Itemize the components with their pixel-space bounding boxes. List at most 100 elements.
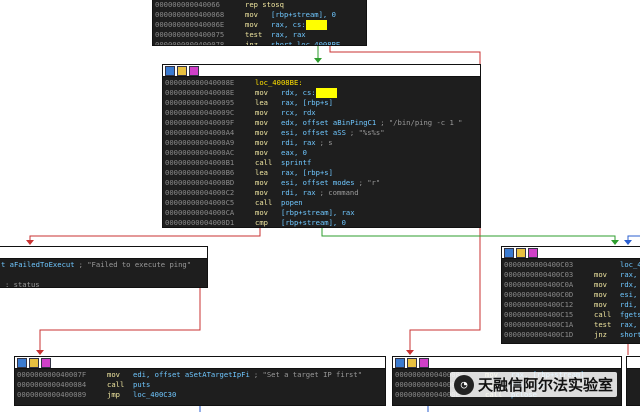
asm-line[interactable]: 0000000000400C0A mov rdx, xyxy=(504,280,640,290)
asm-operand[interactable]: rdi, rax xyxy=(281,138,316,148)
asm-operand[interactable]: rcx, rdx xyxy=(281,108,316,118)
graph-node-loc-400c03[interactable]: 0000000000400C03loc_400C03: 0000000000400… xyxy=(501,246,640,344)
asm-mnemonic: call xyxy=(255,198,273,207)
asm-mnemonic: call xyxy=(255,158,273,167)
asm-line[interactable]: 00000000004000C5 call popen xyxy=(165,198,478,208)
asm-line[interactable]: 000000000040008E mov rdx, cs: xxxxx xyxy=(165,88,478,98)
asm-line[interactable]: 0000000000400C12 mov rdi, xyxy=(504,300,640,310)
asm-mnemonic xyxy=(594,260,620,270)
asm-address: 00000000004000C2 xyxy=(165,188,235,197)
highlight-box: xxxxx xyxy=(315,88,338,98)
asm-line[interactable]: 0000000000400C1D jnz short xyxy=(504,330,640,340)
asm-operand[interactable]: [rbp+stream], 0 xyxy=(271,10,336,20)
asm-line[interactable]: 00000000004000AC mov eax, 0 xyxy=(165,148,478,158)
asm-line[interactable]: 0000000000400084 call puts xyxy=(17,380,383,390)
asm-text: t aFailedToExecut xyxy=(1,260,75,269)
color-icon[interactable] xyxy=(407,357,417,368)
asm-line[interactable]: 0000000000400068 mov [rbp+stream], 0 xyxy=(155,10,364,20)
asm-line[interactable]: 00000000004000B6 lea rax, [rbp+s] xyxy=(165,168,478,178)
graph-icon[interactable] xyxy=(504,247,514,258)
asm-line[interactable]: 0000000000400C03 loc_400C03: xyxy=(504,260,640,270)
asm-operand[interactable]: sprintf xyxy=(281,158,311,168)
asm-operand[interactable]: edi, offset aSetATargetIpFi xyxy=(133,370,250,380)
asm-line[interactable]: 00000000004000CA mov [rbp+stream], rax xyxy=(165,208,478,218)
color-icon[interactable] xyxy=(177,65,187,76)
asm-line[interactable]: ; status xyxy=(1,280,205,287)
asm-operand[interactable]: short loc_4008BE xyxy=(271,40,340,45)
asm-operand[interactable]: [rbp+stream], 0 xyxy=(281,218,346,227)
asm-operand[interactable]: rax, xyxy=(620,320,637,330)
graph-icon[interactable] xyxy=(17,357,27,368)
graph-node-set-target[interactable]: 000000000040007F mov edi, offset aSetATarg… xyxy=(14,356,386,406)
asm-operand[interactable]: loc_400C30 xyxy=(133,390,176,400)
asm-operand[interactable]: short xyxy=(620,330,640,340)
asm-operand[interactable]: puts xyxy=(133,380,150,390)
asm-operand[interactable]: rax, rax xyxy=(271,30,306,40)
asm-line[interactable]: 000000000040007F mov edi, offset aSetATarg… xyxy=(17,370,383,380)
graph-node-loc-4008be[interactable]: 000000000040008E loc_4008BE: 0000000000400… xyxy=(162,64,481,228)
color-icon[interactable] xyxy=(516,247,526,258)
asm-line[interactable]: 00000000004000A9 mov rdi, rax; s xyxy=(165,138,478,148)
asm-line[interactable]: 00000000004000BD mov esi, offset modes; "r… xyxy=(165,178,478,188)
graph-node-top[interactable]: 000000000040066 rep stosq 0000000000400068… xyxy=(152,0,367,46)
asm-address: 0000000000400084 xyxy=(17,380,87,389)
asm-operand[interactable]: rdi, rax xyxy=(281,188,316,198)
asm-operand[interactable]: rax, cs: xyxy=(271,20,306,30)
asm-operand[interactable]: fgets xyxy=(620,310,640,320)
asm-line[interactable]: 0000000000400095 lea rax, [rbp+s] xyxy=(165,98,478,108)
asm-line[interactable]: 0000000000400C15 call fgets xyxy=(504,310,640,320)
asm-operand[interactable]: edx, offset aBinPingC1 xyxy=(281,118,376,128)
asm-operand[interactable]: rax, xyxy=(620,270,637,280)
asm-mnemonic: mov xyxy=(594,270,607,279)
node-header xyxy=(502,247,640,259)
node-icon[interactable] xyxy=(41,357,51,368)
asm-operand[interactable]: popen xyxy=(281,198,303,208)
asm-line[interactable]: 00000000004000B1 call sprintf xyxy=(165,158,478,168)
node-header xyxy=(15,357,385,369)
asm-comment: ; command xyxy=(319,188,359,197)
asm-line[interactable]: 000000000040009F mov edx, offset aBinPingC… xyxy=(165,118,478,128)
asm-mnemonic: mov xyxy=(594,300,607,309)
graph-icon[interactable] xyxy=(165,65,175,76)
asm-line[interactable]: 0000000000400078 jnz short loc_4008BE xyxy=(155,40,364,45)
graph-node-partial-right[interactable] xyxy=(626,356,640,406)
asm-operand[interactable]: rdi, xyxy=(620,300,637,310)
asm-address: 0000000000400C0A xyxy=(504,280,574,289)
asm-line[interactable]: 0000000000400075 test rax, rax xyxy=(155,30,364,40)
node-header xyxy=(393,357,621,369)
asm-line[interactable] xyxy=(1,270,205,280)
asm-operand[interactable]: rdx, xyxy=(620,280,637,290)
graph-node-failed-to-execute[interactable]: t aFailedToExecut; "Failed to execute pi… xyxy=(0,246,208,288)
asm-line[interactable]: 0000000000400C0D mov esi, xyxy=(504,290,640,300)
node-icon[interactable] xyxy=(528,247,538,258)
asm-operand[interactable]: rdx, cs: xyxy=(281,88,316,98)
asm-operand[interactable]: loc_400C03: xyxy=(620,260,640,270)
asm-operand[interactable]: rax, [rbp+s] xyxy=(281,168,333,178)
asm-line[interactable]: 000000000040006E mov rax, cs: xxxxx xyxy=(155,20,364,30)
asm-line[interactable]: 00000000004000A4 mov esi, offset aSS; "%s%… xyxy=(165,128,478,138)
asm-operand[interactable]: rax, [rbp+s] xyxy=(281,98,333,108)
asm-line[interactable]: 00000000004000D1 cmp [rbp+stream], 0 xyxy=(165,218,478,227)
asm-mnemonic: jmp xyxy=(107,390,120,399)
asm-line[interactable]: 0000000000400C1A test rax, xyxy=(504,320,640,330)
asm-address: 000000000040008E xyxy=(165,88,235,97)
asm-line[interactable]: 0000000000400089 jmp loc_400C30 xyxy=(17,390,383,400)
asm-label[interactable]: loc_4008BE: xyxy=(255,78,303,88)
asm-operand[interactable]: esi, xyxy=(620,290,637,300)
asm-line[interactable]: t aFailedToExecut; "Failed to execute pi… xyxy=(1,260,205,270)
graph-icon[interactable] xyxy=(395,357,405,368)
asm-mnemonic: mov xyxy=(255,118,268,127)
asm-operand[interactable]: eax, 0 xyxy=(281,148,307,158)
asm-operand[interactable]: esi, offset modes xyxy=(281,178,355,188)
asm-operand[interactable]: [rbp+stream], rax xyxy=(281,208,355,218)
asm-line[interactable]: 0000000000400C03 mov rax, xyxy=(504,270,640,280)
node-icon[interactable] xyxy=(419,357,429,368)
asm-mnemonic: mov xyxy=(255,178,268,187)
asm-address: 0000000000400095 xyxy=(165,98,235,107)
asm-line[interactable]: 00000000004000C2 mov rdi, rax; command xyxy=(165,188,478,198)
node-icon[interactable] xyxy=(189,65,199,76)
asm-line[interactable]: 000000000040009C mov rcx, rdx xyxy=(165,108,478,118)
color-icon[interactable] xyxy=(29,357,39,368)
asm-operand[interactable]: esi, offset aSS xyxy=(281,128,346,138)
asm-line[interactable]: 000000000040066 rep stosq xyxy=(155,0,364,10)
